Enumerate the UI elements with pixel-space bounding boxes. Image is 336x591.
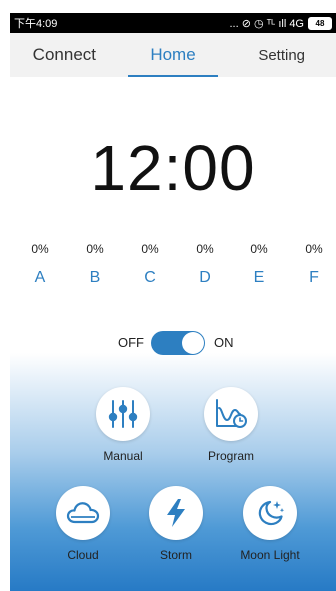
sliders-icon xyxy=(108,400,138,428)
power-toggle-row: OFF ON xyxy=(10,330,336,356)
channel-c[interactable]: 0% C xyxy=(130,242,170,287)
switch-knob xyxy=(182,332,204,354)
storm-circle xyxy=(149,486,203,540)
moon-light-label: Moon Light xyxy=(240,548,300,562)
status-time: 下午4:09 xyxy=(14,18,58,30)
channel-list: 0% A 0% B 0% C 0% D 0% E 0% F xyxy=(10,242,336,292)
storm-label: Storm xyxy=(159,548,192,562)
app-screen: 下午4:09 ... ⊘ ◷ ᵀᴸ ıll 4G 48 Connect Home… xyxy=(10,13,336,591)
tab-connect[interactable]: Connect xyxy=(10,33,119,77)
channel-b[interactable]: 0% B xyxy=(75,242,115,287)
program-label: Program xyxy=(207,449,254,463)
program-button[interactable]: Program xyxy=(198,387,264,463)
channel-percent: 0% xyxy=(31,242,49,256)
cloud-icon xyxy=(66,502,100,524)
channel-letter: C xyxy=(144,269,156,286)
channel-letter: F xyxy=(309,269,319,286)
cloud-button[interactable]: Cloud xyxy=(53,486,113,562)
tab-setting[interactable]: Setting xyxy=(227,33,336,77)
tab-home[interactable]: Home xyxy=(119,33,228,77)
storm-button[interactable]: Storm xyxy=(146,486,206,562)
lightning-icon xyxy=(167,499,185,527)
channel-percent: 0% xyxy=(250,242,268,256)
channel-a[interactable]: 0% A xyxy=(20,242,60,287)
power-switch[interactable] xyxy=(151,331,205,355)
manual-circle xyxy=(96,387,150,441)
program-chart-icon xyxy=(216,399,247,428)
channel-f[interactable]: 0% F xyxy=(294,242,334,287)
moon-circle xyxy=(243,486,297,540)
status-bar: 下午4:09 ... ⊘ ◷ ᵀᴸ ıll 4G 48 xyxy=(10,13,336,33)
battery-icon: 48 xyxy=(308,16,332,30)
manual-label: Manual xyxy=(103,449,143,463)
cloud-label: Cloud xyxy=(67,548,99,562)
moon-light-button[interactable]: Moon Light xyxy=(235,486,305,562)
channel-percent: 0% xyxy=(196,242,214,256)
channel-percent: 0% xyxy=(141,242,159,256)
program-circle xyxy=(204,387,258,441)
manual-button[interactable]: Manual xyxy=(88,387,158,463)
clock-display: 12:00 xyxy=(90,132,256,204)
channel-letter: D xyxy=(199,269,211,286)
channel-d[interactable]: 0% D xyxy=(185,242,225,287)
channel-letter: B xyxy=(89,269,101,286)
channel-letter: E xyxy=(253,269,265,286)
on-label: ON xyxy=(214,335,234,350)
moon-icon xyxy=(258,500,285,526)
channel-letter: A xyxy=(34,269,46,286)
signal-icons: ... ⊘ ◷ ᵀᴸ ıll 4G xyxy=(229,17,304,30)
channel-e[interactable]: 0% E xyxy=(239,242,279,287)
channel-percent: 0% xyxy=(305,242,323,256)
off-label: OFF xyxy=(118,335,144,350)
channel-percent: 0% xyxy=(86,242,104,256)
cloud-circle xyxy=(56,486,110,540)
nav-tabs: Connect Home Setting xyxy=(10,33,336,77)
status-indicators: ... ⊘ ◷ ᵀᴸ ıll 4G 48 xyxy=(229,16,332,30)
